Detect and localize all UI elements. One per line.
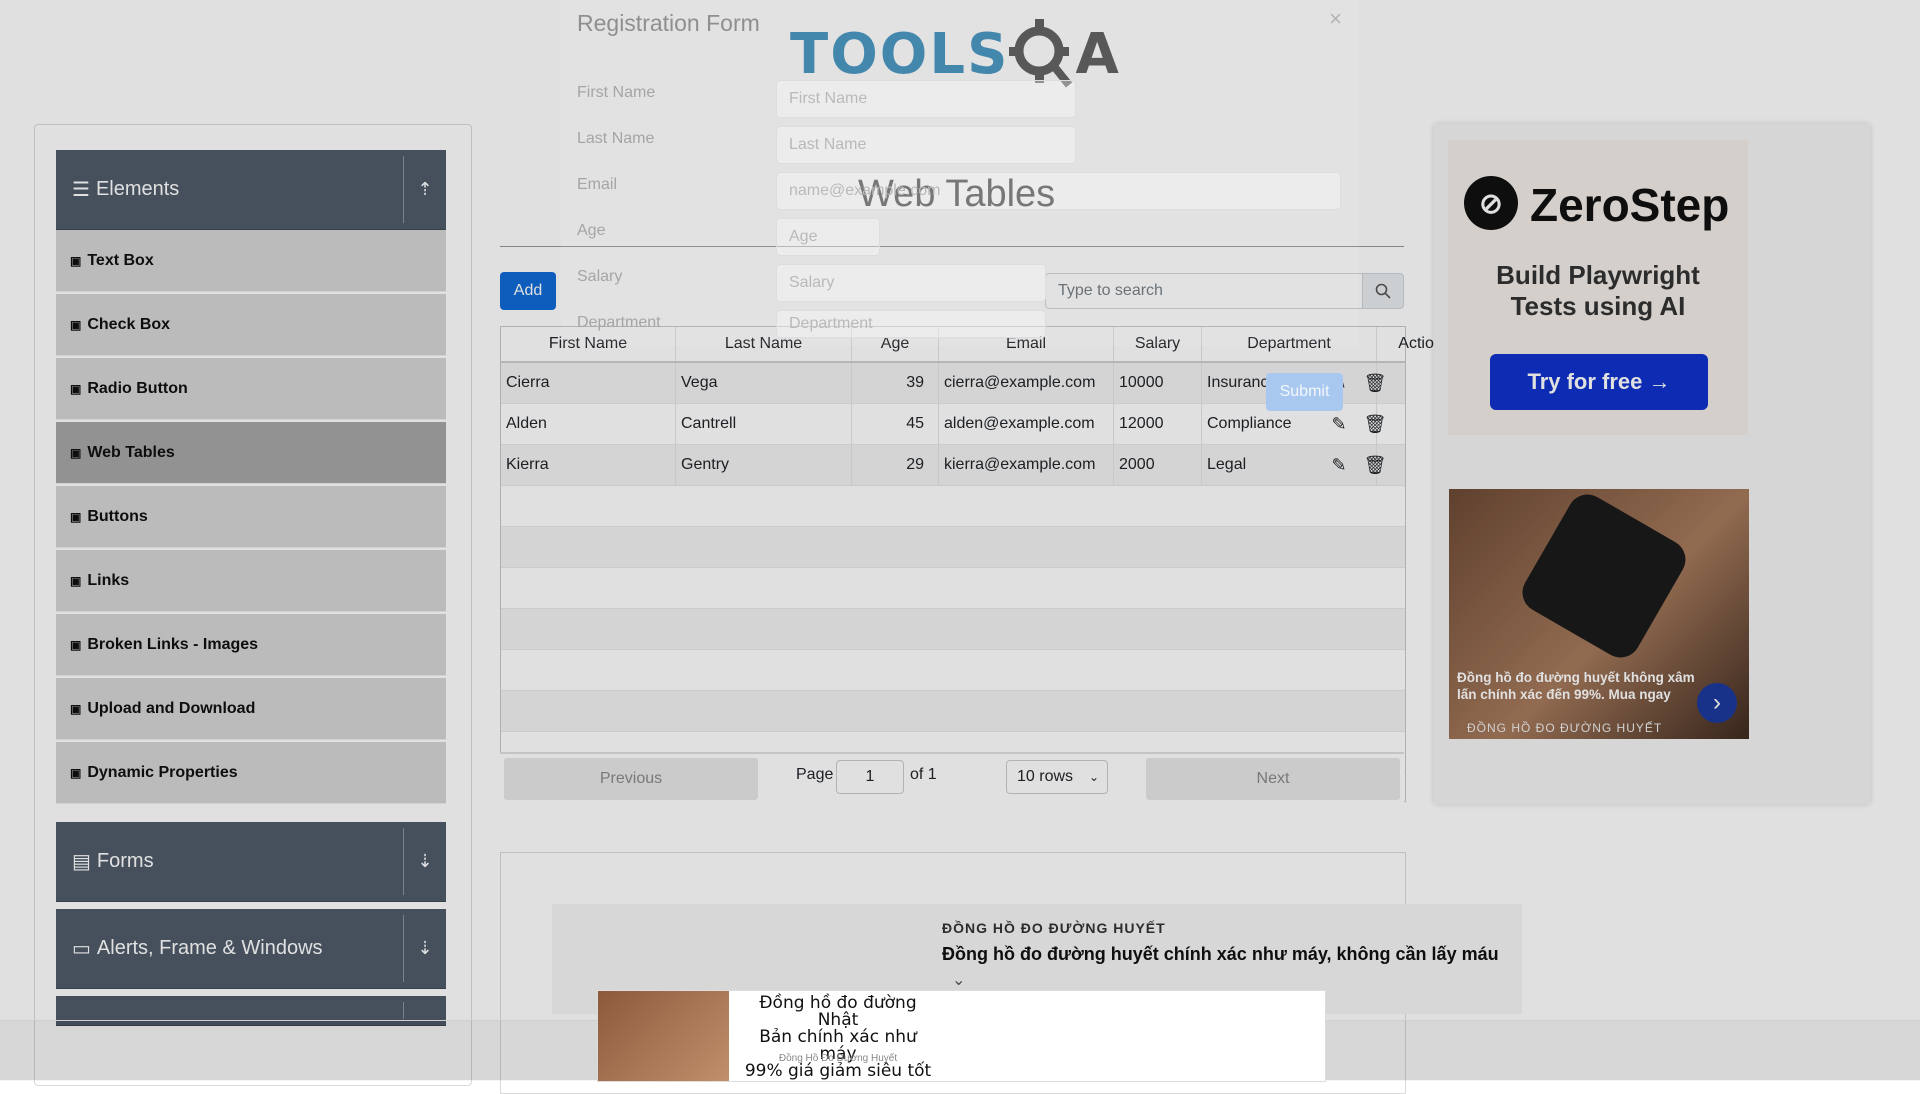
registration-form-modal: Registration Form × First Name First Nam… [561,0,1358,346]
sticky-ad[interactable]: Đồng hồ đo đường Nhật Bản chính xác như … [597,990,1326,1082]
email-label: Email [577,176,618,193]
sticky-line1: Đồng hồ đo đường Nhật [759,993,917,1030]
email-field[interactable]: name@example.com [776,172,1341,210]
salary-label: Salary [577,268,623,285]
department-label: Department [577,314,661,331]
modal-title: Registration Form [577,10,760,36]
sticky-ad-text: Đồng hồ đo đường Nhật Bản chính xác như … [743,995,933,1080]
age-label: Age [577,222,606,239]
first-name-field[interactable]: First Name [776,80,1076,118]
smartwatch-thumbnail [598,991,729,1081]
close-icon[interactable]: × [1329,6,1342,32]
department-field[interactable]: Department [776,310,1046,338]
age-field[interactable]: Age [776,218,880,256]
sticky-ad-brand: Đồng Hồ Đo Đường Huyết [778,1053,898,1064]
submit-button[interactable]: Submit [1266,373,1343,411]
salary-field[interactable]: Salary [776,264,1046,302]
sticky-line3: 99% giá giảm siêu tốt [744,1061,932,1081]
first-name-label: First Name [577,84,656,101]
last-name-label: Last Name [577,130,655,147]
last-name-field[interactable]: Last Name [776,126,1076,164]
